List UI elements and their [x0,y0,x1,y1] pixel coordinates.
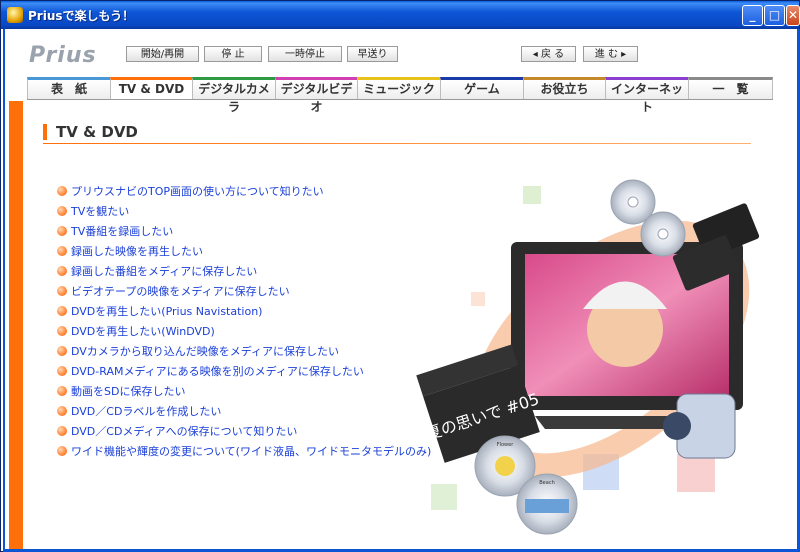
link-media-save-info[interactable]: DVD／CDメディアへの保存について知りたい [71,423,297,439]
link-dvd-navistation[interactable]: DVDを再生したい(Prius Navistation) [71,303,262,319]
beach-art [525,499,569,513]
cd-hole [627,196,639,208]
list-item: ワイド機能や輝度の変更について(ワイド液晶、ワイドモニタモデルのみ) [57,441,431,461]
bullet-icon [57,346,67,356]
list-item: DVDを再生したい(WinDVD) [57,321,431,341]
close-button[interactable]: ✕ [786,5,800,26]
list-item: ビデオテープの映像をメディアに保存したい [57,281,431,301]
title-divider [43,143,751,144]
tab-game[interactable]: ゲーム [440,77,523,99]
stop-button[interactable]: 停 止 [204,46,262,62]
deco-square [677,454,715,492]
tab-digital-video[interactable]: デジタルビデオ [275,77,357,114]
bullet-icon [57,226,67,236]
bullet-icon [57,426,67,436]
list-item: DVD-RAMメディアにある映像を別のメディアに保存したい [57,361,431,381]
window-title: Priusで楽しもう！ [28,9,135,23]
pause-button[interactable]: 一時停止 [268,46,342,62]
flower-art [495,456,515,476]
tab-tv-dvd[interactable]: TV & DVD [110,77,192,99]
bullet-icon [57,286,67,296]
list-item: TVを観たい [57,201,431,221]
fast-forward-button[interactable]: 早送り [347,46,398,62]
deco-square [431,484,457,510]
bullet-icon [57,246,67,256]
bullet-icon [57,446,67,456]
back-button[interactable]: ◂ 戻 る [521,46,576,62]
link-top-screen[interactable]: プリウスナビのTOP画面の使い方について知りたい [71,183,324,199]
tabs-divider [27,99,773,100]
bullet-icon [57,386,67,396]
maximize-button[interactable]: □ [764,5,785,26]
cd-hole [657,228,669,240]
tab-digital-camera[interactable]: デジタルカメラ [192,77,275,114]
tab-useful[interactable]: お役立ち [523,77,605,99]
category-tabs: 表 紙 TV & DVD デジタルカメラ デジタルビデオ ミュージック ゲーム … [27,77,773,114]
bullet-icon [57,306,67,316]
camcorder-lens [663,412,691,440]
list-item: 録画した番組をメディアに保存したい [57,261,431,281]
bullet-icon [57,406,67,416]
app-window: Priusで楽しもう！ _ □ ✕ Prius 開始/再開 停 止 一時停止 早… [0,0,800,552]
tab-internet[interactable]: インターネット [605,77,688,114]
list-item: TV番組を録画したい [57,221,431,241]
link-dvd-windvd[interactable]: DVDを再生したい(WinDVD) [71,323,215,339]
tab-list[interactable]: 一 覧 [688,77,773,99]
link-dvd-ram[interactable]: DVD-RAMメディアにある映像を別のメディアに保存したい [71,363,364,379]
link-play-recording[interactable]: 録画した映像を再生したい [71,243,203,259]
title-bar: Priusで楽しもう！ _ □ ✕ [1,1,800,29]
link-dv-camera[interactable]: DVカメラから取り込んだ映像をメディアに保存したい [71,343,339,359]
content-area: Prius 開始/再開 停 止 一時停止 早送り ◂ 戻 る 進 む ▸ 表 紙… [5,29,797,549]
bullet-icon [57,366,67,376]
list-item: DVD／CDメディアへの保存について知りたい [57,421,431,441]
list-item: 動画をSDに保存したい [57,381,431,401]
bullet-icon [57,186,67,196]
link-record-tv[interactable]: TV番組を録画したい [71,223,173,239]
minimize-button[interactable]: _ [742,5,763,26]
play-resume-button[interactable]: 開始/再開 [126,46,199,62]
list-item: プリウスナビのTOP画面の使い方について知りたい [57,181,431,201]
deco-square [523,186,541,204]
tab-cover[interactable]: 表 紙 [27,77,110,99]
hero-illustration: 夏の思いで #05 Flower Beach [416,179,760,535]
tab-music[interactable]: ミュージック [357,77,440,99]
link-watch-tv[interactable]: TVを観たい [71,203,129,219]
accent-sidebar [9,101,23,549]
forward-button[interactable]: 進 む ▸ [583,46,638,62]
topic-link-list: プリウスナビのTOP画面の使い方について知りたい TVを観たい TV番組を録画し… [57,181,431,461]
deco-square [471,292,485,306]
page-title: TV & DVD [43,124,138,140]
bullet-icon [57,326,67,336]
link-save-sd[interactable]: 動画をSDに保存したい [71,383,185,399]
link-label-create[interactable]: DVD／CDラベルを作成したい [71,403,221,419]
prius-app-icon [7,7,23,23]
disc-label-2: Beach [539,480,555,486]
link-wide-brightness[interactable]: ワイド機能や輝度の変更について(ワイド液晶、ワイドモニタモデルのみ) [71,443,431,459]
list-item: 録画した映像を再生したい [57,241,431,261]
list-item: DVDを再生したい(Prius Navistation) [57,301,431,321]
bullet-icon [57,206,67,216]
disc-label-1: Flower [497,442,514,448]
list-item: DVD／CDラベルを作成したい [57,401,431,421]
link-save-recording[interactable]: 録画した番組をメディアに保存したい [71,263,257,279]
bullet-icon [57,266,67,276]
prius-logo: Prius [29,43,97,68]
link-save-videotape[interactable]: ビデオテープの映像をメディアに保存したい [71,283,290,299]
list-item: DVカメラから取り込んだ映像をメディアに保存したい [57,341,431,361]
